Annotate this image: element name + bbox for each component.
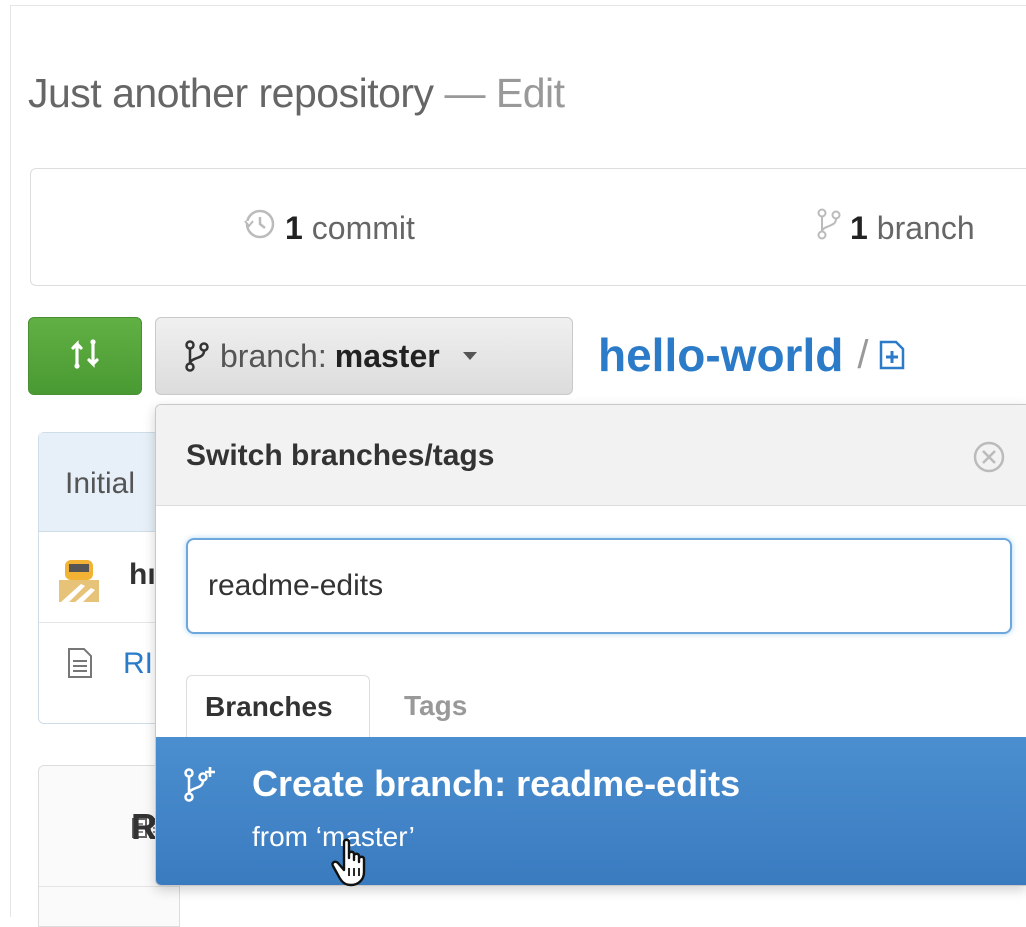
repo-title-separator: — bbox=[444, 70, 485, 116]
file-name[interactable]: RI bbox=[123, 647, 153, 681]
commits-link[interactable]: 1 commit bbox=[243, 207, 415, 249]
current-branch-name: master bbox=[334, 337, 440, 374]
page-frame-left bbox=[10, 5, 11, 917]
commits-label: commit bbox=[311, 209, 415, 246]
breadcrumb-repo-link[interactable]: hello-world bbox=[598, 328, 843, 382]
branch-select-button[interactable]: branch: master bbox=[155, 317, 573, 395]
repo-title-edit[interactable]: Edit bbox=[496, 70, 565, 116]
branches-link[interactable]: 1 branch bbox=[816, 207, 975, 249]
commit-title[interactable]: Initial bbox=[65, 467, 135, 501]
dropdown-header: Switch branches/tags bbox=[156, 405, 1026, 506]
tab-tags[interactable]: Tags bbox=[404, 675, 467, 738]
branch-icon bbox=[816, 207, 842, 249]
chevron-down-icon bbox=[462, 351, 478, 361]
branch-create-icon bbox=[182, 765, 218, 810]
breadcrumb: hello-world / bbox=[598, 328, 906, 382]
repo-title-name: Just another repository bbox=[28, 70, 434, 116]
compare-button[interactable] bbox=[28, 317, 142, 395]
branch-filter-input[interactable] bbox=[186, 538, 1012, 634]
create-branch-item[interactable]: Create branch: readme-edits from ‘master… bbox=[156, 737, 1026, 885]
readme-title: R bbox=[131, 806, 157, 847]
dropdown-title: Switch branches/tags bbox=[186, 439, 495, 472]
page-frame-top bbox=[10, 5, 1026, 6]
tab-branches[interactable]: Branches bbox=[186, 675, 370, 740]
close-icon[interactable] bbox=[971, 439, 1007, 475]
commits-count: 1 bbox=[285, 209, 303, 246]
branch-icon bbox=[184, 339, 210, 373]
branches-label: branch bbox=[876, 209, 975, 246]
add-file-icon[interactable] bbox=[878, 328, 906, 382]
breadcrumb-separator: / bbox=[857, 332, 869, 377]
repo-title: Just another repository — Edit bbox=[28, 70, 565, 117]
commit-author[interactable]: hı bbox=[129, 558, 156, 592]
repo-numbers-summary: 1 commit 1 branch bbox=[30, 168, 1026, 286]
create-branch-label: Create branch: readme-edits bbox=[252, 763, 741, 804]
dropdown-tabs: Branches Tags bbox=[156, 675, 1026, 740]
branches-count: 1 bbox=[850, 209, 868, 246]
history-icon bbox=[243, 207, 277, 249]
file-icon bbox=[67, 647, 93, 687]
branch-prefix: branch: bbox=[220, 337, 327, 374]
hand-pointer-icon bbox=[330, 838, 374, 893]
avatar bbox=[51, 552, 107, 616]
branch-switcher-dropdown: Switch branches/tags Branches Tags Creat… bbox=[155, 404, 1026, 886]
compare-arrows-icon bbox=[65, 334, 105, 379]
